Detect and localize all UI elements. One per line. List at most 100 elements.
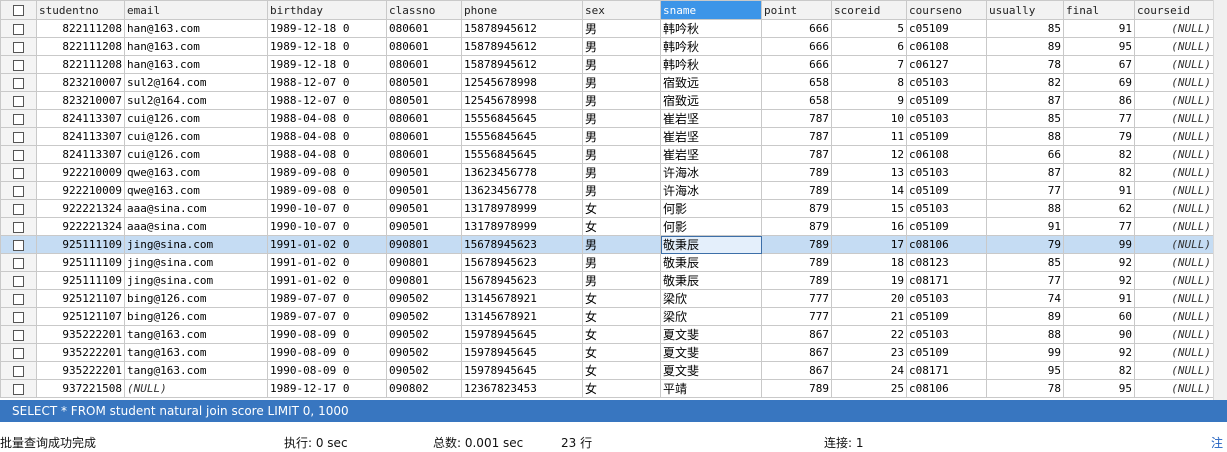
cell-birthday[interactable]: 1988-04-08 0 — [267, 109, 387, 128]
cell-phone[interactable]: 12545678998 — [461, 91, 583, 110]
cell-birthday[interactable]: 1990-08-09 0 — [267, 343, 387, 362]
cell-scoreid[interactable]: 24 — [831, 361, 907, 380]
cell-point[interactable]: 789 — [761, 271, 832, 290]
row-checkbox[interactable] — [0, 235, 37, 254]
cell-courseid[interactable]: (NULL) — [1134, 55, 1214, 74]
cell-email[interactable]: aaa@sina.com — [124, 199, 268, 218]
cell-classno[interactable]: 090501 — [386, 217, 462, 236]
cell-birthday[interactable]: 1988-04-08 0 — [267, 145, 387, 164]
cell-usually[interactable]: 79 — [986, 235, 1064, 254]
cell-sex[interactable]: 男 — [582, 181, 661, 200]
table-row[interactable]: 822111208 han@163.com 1989-12-18 0 080601 15… — [0, 37, 1214, 56]
cell-usually[interactable]: 82 — [986, 73, 1064, 92]
cell-courseid[interactable]: (NULL) — [1134, 235, 1214, 254]
cell-point[interactable]: 867 — [761, 343, 832, 362]
cell-phone[interactable]: 15878945612 — [461, 37, 583, 56]
table-row[interactable]: 937221508 (NULL) 1989-12-17 0 090802 1236782… — [0, 379, 1214, 398]
table-row[interactable]: 823210007 sul2@164.com 1988-12-07 0 080501 1… — [0, 91, 1214, 110]
cell-usually[interactable]: 88 — [986, 199, 1064, 218]
row-checkbox[interactable] — [0, 91, 37, 110]
cell-point[interactable]: 867 — [761, 325, 832, 344]
column-header-scoreid[interactable]: scoreid — [831, 0, 907, 20]
cell-courseid[interactable]: (NULL) — [1134, 145, 1214, 164]
cell-sex[interactable]: 女 — [582, 325, 661, 344]
cell-phone[interactable]: 15978945645 — [461, 325, 583, 344]
cell-point[interactable]: 777 — [761, 289, 832, 308]
column-header-classno[interactable]: classno — [386, 0, 462, 20]
row-checkbox[interactable] — [0, 127, 37, 146]
cell-birthday[interactable]: 1988-12-07 0 — [267, 73, 387, 92]
cell-classno[interactable]: 080601 — [386, 109, 462, 128]
cell-sname[interactable]: 许海冰 — [660, 163, 762, 182]
column-header-final[interactable]: final — [1063, 0, 1135, 20]
cell-final[interactable]: 82 — [1063, 145, 1135, 164]
cell-courseid[interactable]: (NULL) — [1134, 127, 1214, 146]
cell-sex[interactable]: 女 — [582, 217, 661, 236]
cell-phone[interactable]: 12545678998 — [461, 73, 583, 92]
cell-studentno[interactable]: 823210007 — [36, 73, 125, 92]
cell-usually[interactable]: 88 — [986, 325, 1064, 344]
cell-final[interactable]: 92 — [1063, 253, 1135, 272]
column-header-phone[interactable]: phone — [461, 0, 583, 20]
cell-sname[interactable]: 韩吟秋 — [660, 55, 762, 74]
cell-birthday[interactable]: 1989-12-18 0 — [267, 37, 387, 56]
cell-courseno[interactable]: c05109 — [906, 91, 987, 110]
cell-studentno[interactable]: 935222201 — [36, 343, 125, 362]
cell-courseid[interactable]: (NULL) — [1134, 325, 1214, 344]
cell-phone[interactable]: 13623456778 — [461, 163, 583, 182]
cell-sex[interactable]: 女 — [582, 379, 661, 398]
cell-classno[interactable]: 090502 — [386, 343, 462, 362]
column-header-courseid[interactable]: courseid — [1134, 0, 1214, 20]
cell-courseid[interactable]: (NULL) — [1134, 199, 1214, 218]
cell-scoreid[interactable]: 7 — [831, 55, 907, 74]
cell-final[interactable]: 82 — [1063, 361, 1135, 380]
cell-final[interactable]: 60 — [1063, 307, 1135, 326]
cell-birthday[interactable]: 1991-01-02 0 — [267, 271, 387, 290]
row-checkbox[interactable] — [0, 199, 37, 218]
cell-usually[interactable]: 88 — [986, 127, 1064, 146]
cell-final[interactable]: 92 — [1063, 271, 1135, 290]
cell-classno[interactable]: 080501 — [386, 91, 462, 110]
cell-usually[interactable]: 77 — [986, 271, 1064, 290]
cell-scoreid[interactable]: 15 — [831, 199, 907, 218]
cell-birthday[interactable]: 1990-08-09 0 — [267, 361, 387, 380]
cell-email[interactable]: sul2@164.com — [124, 91, 268, 110]
cell-sname[interactable]: 梁欣 — [660, 289, 762, 308]
cell-point[interactable]: 789 — [761, 253, 832, 272]
cell-sex[interactable]: 男 — [582, 145, 661, 164]
cell-scoreid[interactable]: 13 — [831, 163, 907, 182]
table-row[interactable]: 935222201 tang@163.com 1990-08-09 0 090502 1… — [0, 325, 1214, 344]
cell-courseno[interactable]: c06108 — [906, 145, 987, 164]
cell-sex[interactable]: 男 — [582, 253, 661, 272]
cell-courseno[interactable]: c08171 — [906, 361, 987, 380]
cell-usually[interactable]: 95 — [986, 361, 1064, 380]
column-header-sname[interactable]: sname — [660, 0, 762, 20]
cell-scoreid[interactable]: 9 — [831, 91, 907, 110]
cell-sex[interactable]: 男 — [582, 163, 661, 182]
cell-point[interactable]: 658 — [761, 91, 832, 110]
cell-classno[interactable]: 090501 — [386, 163, 462, 182]
cell-usually[interactable]: 77 — [986, 181, 1064, 200]
column-header-courseno[interactable]: courseno — [906, 0, 987, 20]
cell-classno[interactable]: 080501 — [386, 73, 462, 92]
cell-courseid[interactable]: (NULL) — [1134, 253, 1214, 272]
row-checkbox[interactable] — [0, 145, 37, 164]
cell-courseno[interactable]: c08106 — [906, 235, 987, 254]
cell-sname[interactable]: 敬秉辰 — [660, 271, 762, 290]
cell-usually[interactable]: 78 — [986, 55, 1064, 74]
cell-email[interactable]: sul2@164.com — [124, 73, 268, 92]
column-header-usually[interactable]: usually — [986, 0, 1064, 20]
cell-sex[interactable]: 男 — [582, 55, 661, 74]
cell-sname[interactable]: 何影 — [660, 217, 762, 236]
cell-classno[interactable]: 090801 — [386, 235, 462, 254]
cell-courseno[interactable]: c05109 — [906, 343, 987, 362]
column-header-point[interactable]: point — [761, 0, 832, 20]
cell-courseno[interactable]: c05103 — [906, 73, 987, 92]
cell-email[interactable]: aaa@sina.com — [124, 217, 268, 236]
cell-studentno[interactable]: 824113307 — [36, 109, 125, 128]
cell-scoreid[interactable]: 16 — [831, 217, 907, 236]
cell-usually[interactable]: 87 — [986, 163, 1064, 182]
cell-classno[interactable]: 080601 — [386, 19, 462, 38]
table-row[interactable]: 823210007 sul2@164.com 1988-12-07 0 080501 1… — [0, 73, 1214, 92]
cell-usually[interactable]: 66 — [986, 145, 1064, 164]
